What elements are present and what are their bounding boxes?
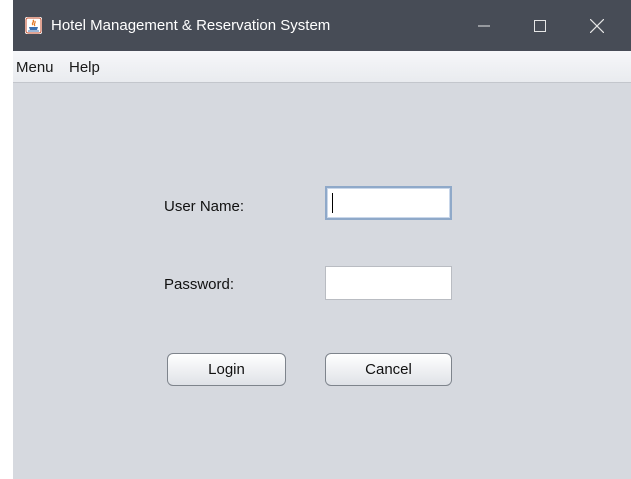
menu-item-menu[interactable]: Menu (16, 59, 54, 76)
maximize-button[interactable] (518, 0, 562, 51)
minimize-icon (478, 25, 490, 26)
text-caret (332, 193, 333, 213)
login-button[interactable]: Login (167, 353, 286, 386)
menu-item-help[interactable]: Help (69, 59, 100, 76)
close-button[interactable] (575, 0, 619, 51)
menu-bar: Menu Help (13, 51, 631, 83)
cancel-button[interactable]: Cancel (325, 353, 452, 386)
password-label: Password: (164, 276, 235, 293)
window-title: Hotel Management & Reservation System (51, 17, 331, 34)
maximize-icon (534, 19, 546, 32)
app-window: Hotel Management & Reservation System Me… (13, 0, 631, 479)
close-icon (590, 18, 604, 33)
username-input[interactable] (325, 186, 452, 220)
username-label: User Name: (164, 198, 245, 215)
minimize-button[interactable] (462, 0, 506, 51)
password-input[interactable] (325, 266, 452, 300)
java-app-icon (25, 17, 42, 34)
title-bar[interactable]: Hotel Management & Reservation System (13, 0, 631, 51)
